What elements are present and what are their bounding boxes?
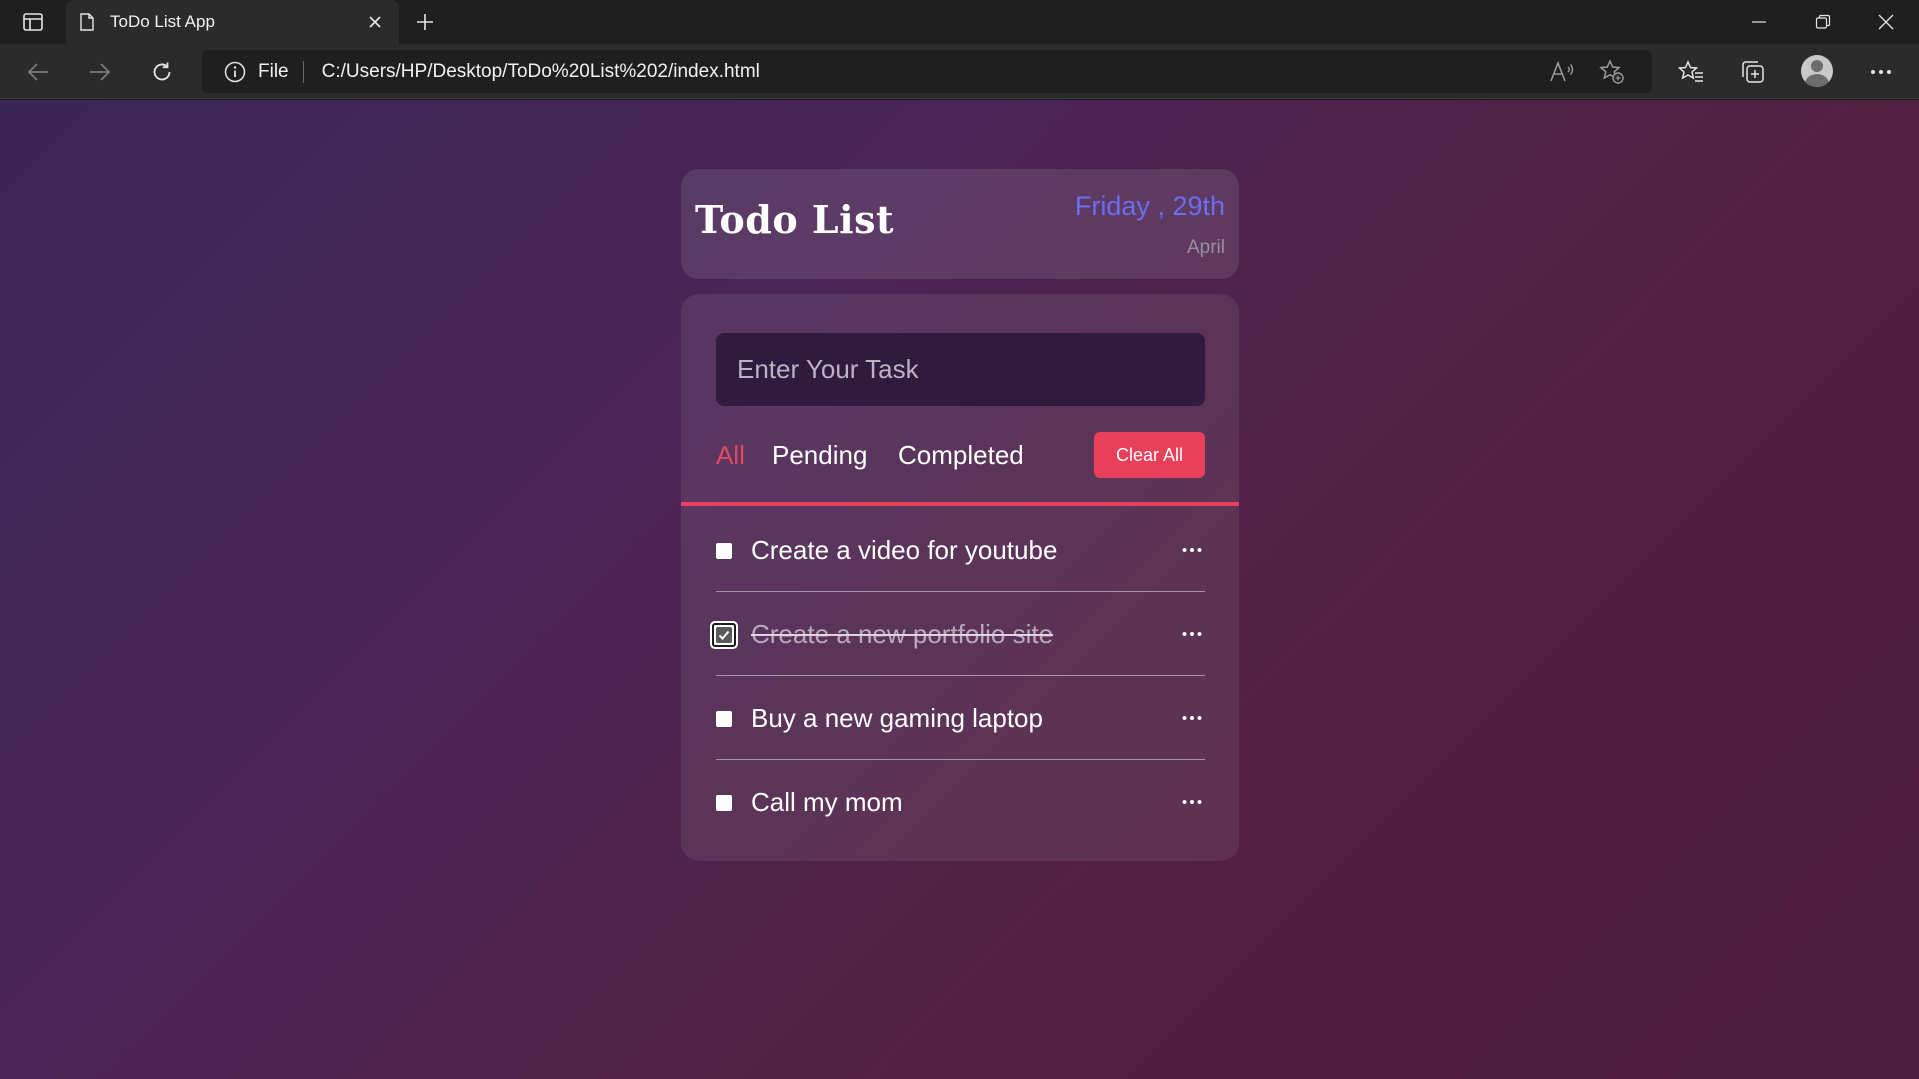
filter-pending[interactable]: Pending xyxy=(772,440,867,471)
filter-bar: All Pending Completed Clear All xyxy=(716,432,1205,478)
header-card: Todo List Friday , 29th April xyxy=(681,169,1239,279)
collections-icon[interactable] xyxy=(1733,56,1773,88)
more-options-icon[interactable] xyxy=(1179,622,1205,646)
more-options-icon[interactable] xyxy=(1179,706,1205,730)
tab-actions-icon[interactable] xyxy=(18,10,48,34)
info-icon[interactable] xyxy=(224,61,246,83)
close-tab-icon[interactable] xyxy=(365,12,385,32)
profile-icon[interactable] xyxy=(1797,55,1837,87)
browser-toolbar: File C:/Users/HP/Desktop/ToDo%20List%202… xyxy=(0,44,1919,99)
date-day: Friday , 29th xyxy=(1074,191,1225,221)
read-aloud-icon[interactable] xyxy=(1544,57,1580,87)
new-tab-icon[interactable] xyxy=(410,8,440,36)
avatar[interactable] xyxy=(1801,55,1833,87)
browser-tab[interactable]: ToDo List App xyxy=(66,0,399,44)
more-options-icon[interactable] xyxy=(1861,56,1901,88)
task-item: Create a new portfolio site xyxy=(712,592,1205,676)
todo-card: All Pending Completed Clear All Create a… xyxy=(681,294,1239,861)
minimize-icon[interactable] xyxy=(1737,8,1781,36)
forward-icon[interactable] xyxy=(82,56,118,88)
more-options-icon[interactable] xyxy=(1179,538,1205,562)
restore-icon[interactable] xyxy=(1801,8,1845,36)
task-text[interactable]: Create a video for youtube xyxy=(751,535,1057,566)
browser-tab-bar: ToDo List App xyxy=(0,0,1919,44)
clear-all-button[interactable]: Clear All xyxy=(1094,432,1205,478)
scheme-label: File xyxy=(258,60,304,83)
refresh-icon[interactable] xyxy=(144,56,180,88)
app-title: Todo List xyxy=(695,197,895,242)
tab-title: ToDo List App xyxy=(110,12,215,31)
task-text[interactable]: Call my mom xyxy=(751,787,903,818)
filter-divider xyxy=(681,502,1239,506)
task-item: Call my mom xyxy=(716,760,1205,844)
address-bar[interactable]: File C:/Users/HP/Desktop/ToDo%20List%202… xyxy=(202,50,1652,93)
favorites-icon[interactable] xyxy=(1671,56,1711,88)
task-item: Buy a new gaming laptop xyxy=(716,676,1205,760)
date-month: April xyxy=(1186,237,1225,258)
back-icon[interactable] xyxy=(20,56,56,88)
close-window-icon[interactable] xyxy=(1864,8,1908,36)
url-text[interactable]: C:/Users/HP/Desktop/ToDo%20List%202/inde… xyxy=(322,61,1530,83)
task-checkbox-checked[interactable] xyxy=(712,623,736,647)
filter-all[interactable]: All xyxy=(716,440,745,471)
checkmark-icon xyxy=(716,627,732,643)
add-favorite-icon[interactable] xyxy=(1594,57,1630,87)
task-item: Create a video for youtube xyxy=(716,508,1205,592)
task-checkbox[interactable] xyxy=(716,543,732,559)
page-icon xyxy=(80,13,94,31)
task-list: Create a video for youtube Create a new … xyxy=(712,508,1205,844)
filter-completed[interactable]: Completed xyxy=(898,440,1024,471)
more-options-icon[interactable] xyxy=(1179,790,1205,814)
task-text[interactable]: Buy a new gaming laptop xyxy=(751,703,1043,734)
page-viewport: Todo List Friday , 29th April All Pendin… xyxy=(0,100,1919,1079)
task-text[interactable]: Create a new portfolio site xyxy=(751,619,1053,650)
task-input[interactable] xyxy=(716,333,1205,406)
task-checkbox[interactable] xyxy=(716,795,732,811)
task-checkbox[interactable] xyxy=(716,711,732,727)
